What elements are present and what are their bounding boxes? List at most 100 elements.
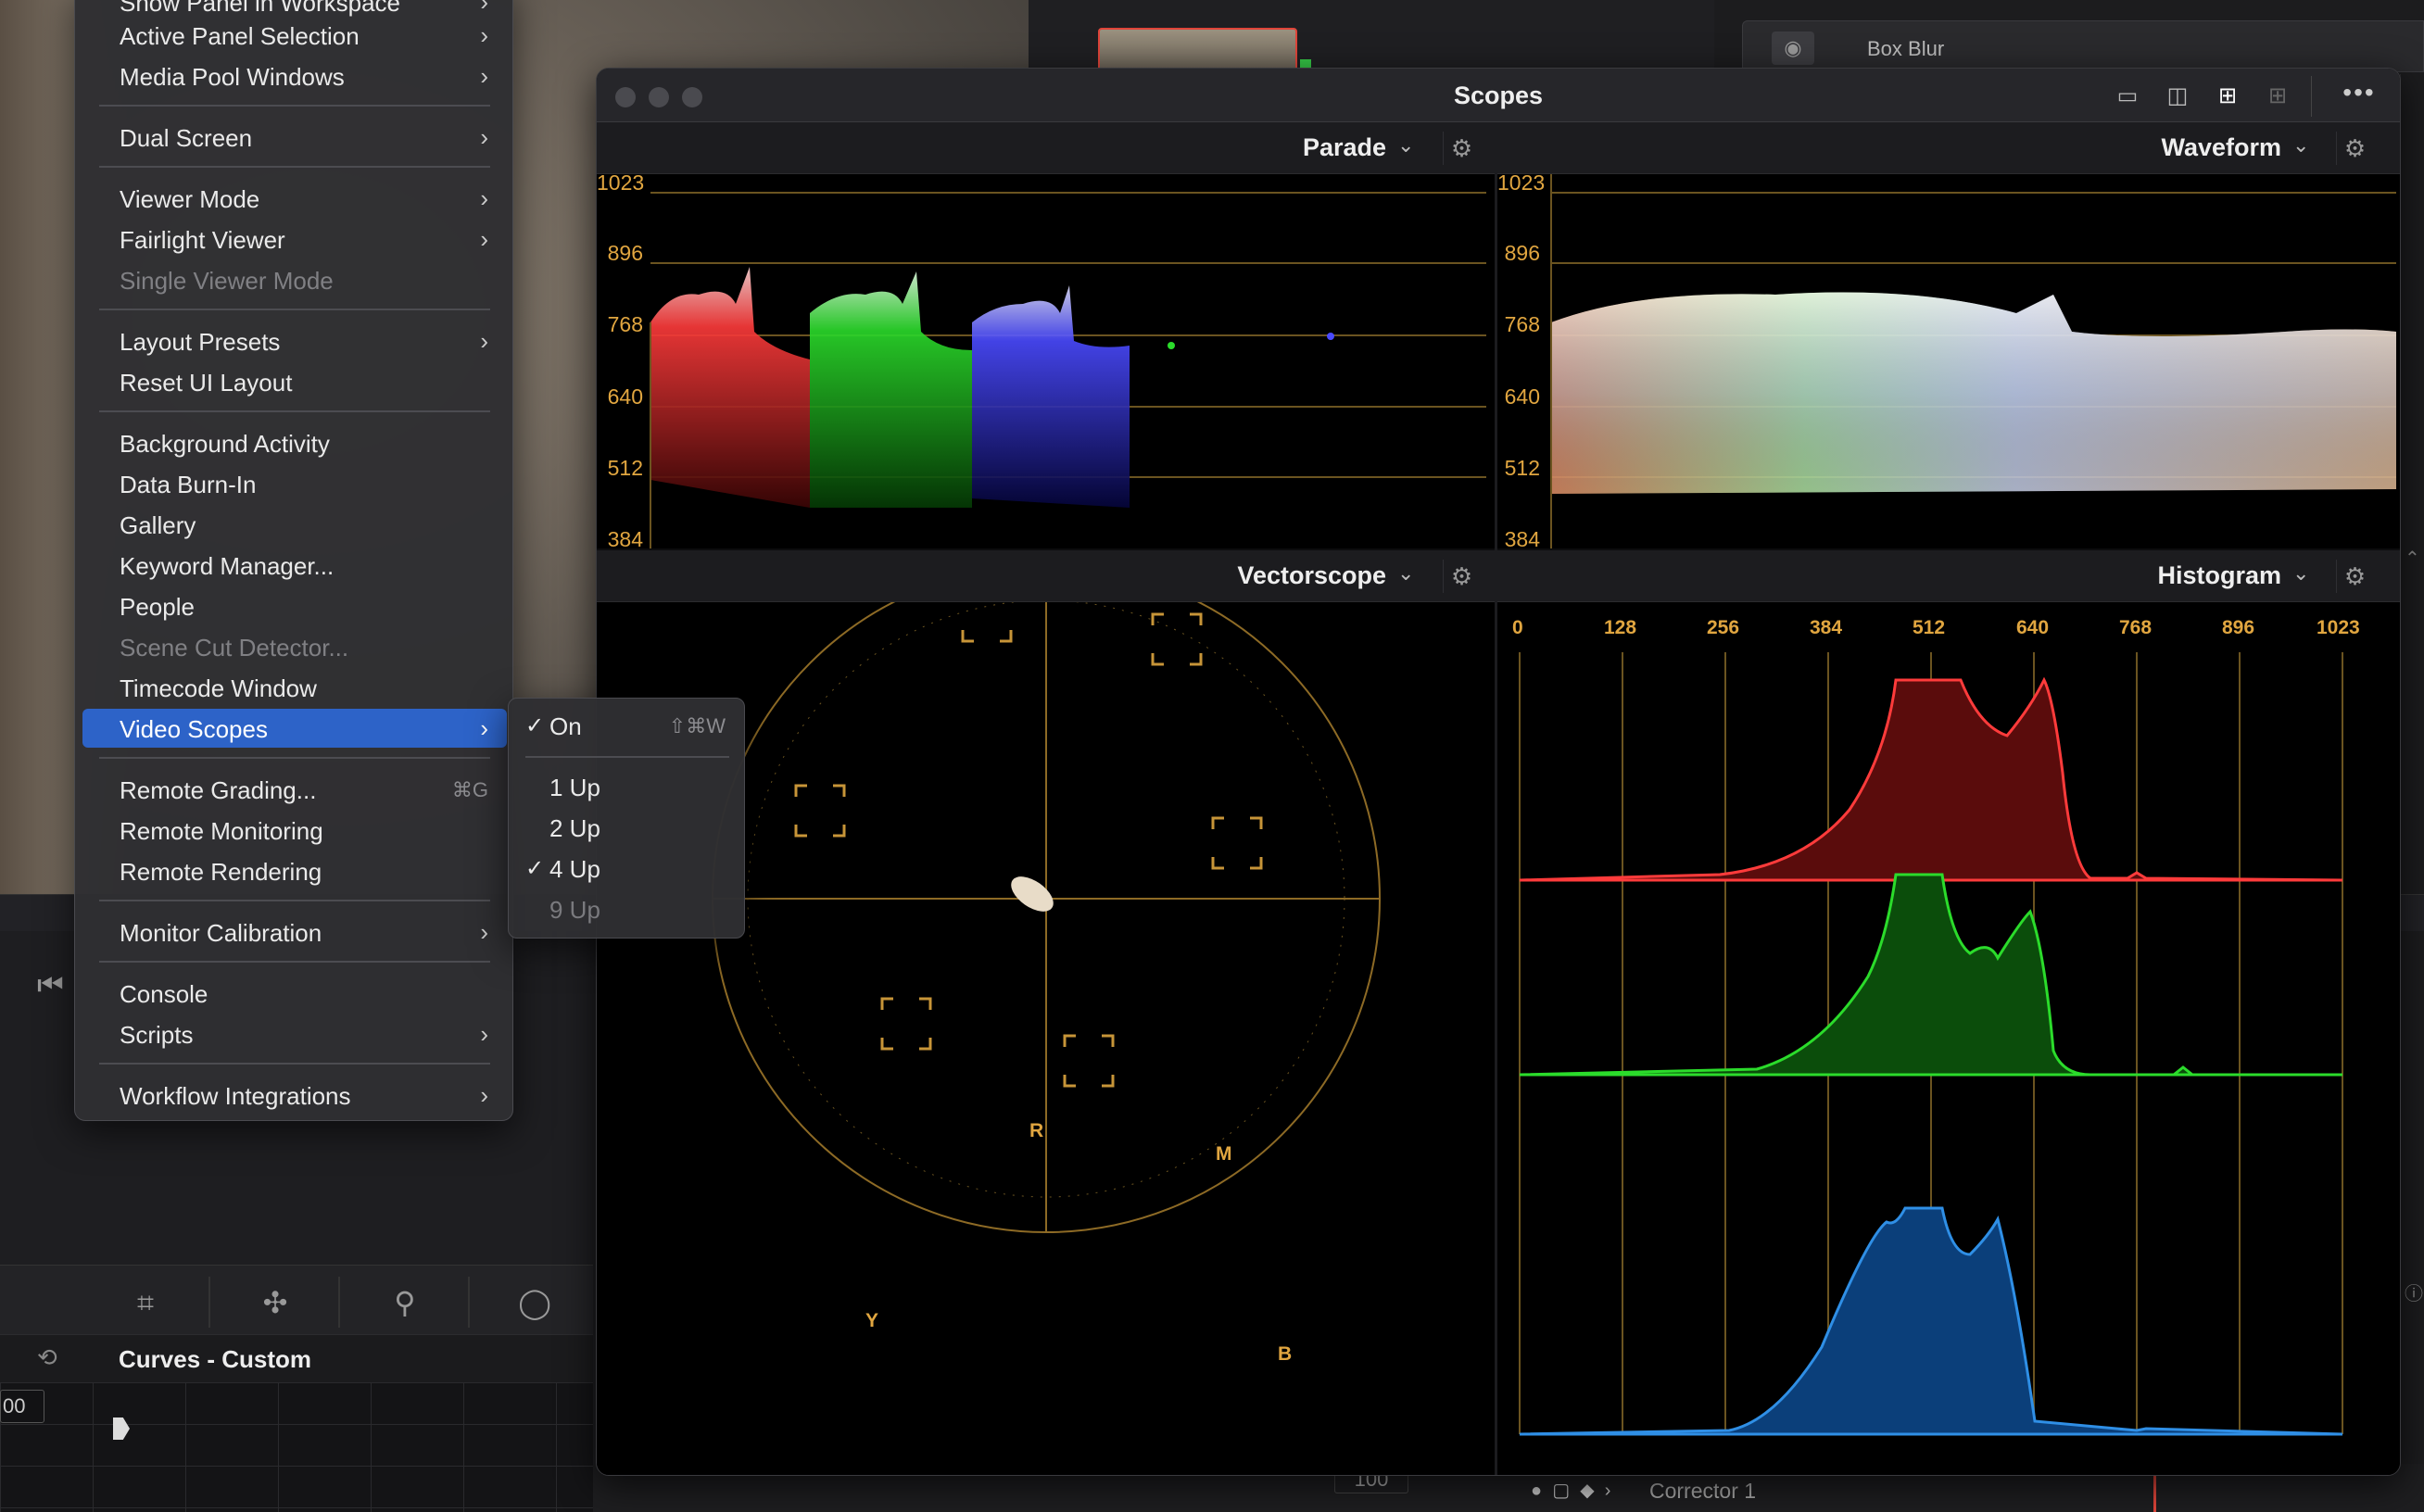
chevron-right-icon: › xyxy=(480,714,488,742)
curves-value-field[interactable]: 00 xyxy=(0,1390,44,1423)
menu-separator xyxy=(99,105,490,107)
reset-icon[interactable]: ⟲ xyxy=(37,1343,65,1371)
scope-settings-icon[interactable]: ⚙ xyxy=(2336,560,2373,593)
hist-x-tick: 256 xyxy=(1707,617,1740,638)
scope-settings-icon[interactable]: ⚙ xyxy=(2336,132,2373,165)
menu-item-video-scopes[interactable]: Video Scopes › xyxy=(82,709,507,748)
menu-item-people[interactable]: People xyxy=(82,586,507,625)
waveform-y-tick: 896 xyxy=(1504,241,1540,265)
parade-y-tick: 768 xyxy=(607,312,643,336)
scopes-titlebar[interactable]: Scopes ▭ ◫ ⊞ ⊞ ••• xyxy=(597,69,2400,122)
menu-item-workflow-integrations[interactable]: Workflow Integrations › xyxy=(82,1076,507,1115)
waveform-title[interactable]: Waveform xyxy=(2053,133,2281,162)
menu-item-shortcut: ⌘G xyxy=(451,778,488,801)
window-tool-icon[interactable]: ◯ xyxy=(513,1284,556,1321)
scope-settings-icon[interactable]: ⚙ xyxy=(1443,132,1480,165)
scope-settings-icon[interactable]: ⚙ xyxy=(1443,560,1480,593)
menu-item-label: Gallery xyxy=(120,511,196,539)
menu-item-data-burn-in[interactable]: Data Burn-In xyxy=(82,464,507,503)
waveform-y-tick: 512 xyxy=(1504,456,1540,480)
submenu-item-label: On xyxy=(549,712,582,740)
menu-separator xyxy=(525,756,729,758)
menu-item-viewer-mode[interactable]: Viewer Mode › xyxy=(82,179,507,218)
chevron-down-icon[interactable]: ⌄ xyxy=(1397,133,1414,158)
menu-item-reset-ui-layout[interactable]: Reset UI Layout xyxy=(82,362,507,401)
warper-tool-icon[interactable]: ✣ xyxy=(254,1284,297,1321)
layout-4up-icon[interactable]: ⊞ xyxy=(2207,82,2248,111)
drop-icon: ◉ xyxy=(1772,32,1814,65)
menu-item-scripts[interactable]: Scripts › xyxy=(82,1014,507,1053)
histogram-graph xyxy=(1519,652,2343,1436)
submenu-item-shortcut: ⇧⌘W xyxy=(668,714,726,737)
view-menu: Show Panel in Workspace › Active Panel Se… xyxy=(74,0,513,1121)
hist-x-tick: 1023 xyxy=(2317,617,2360,638)
info-icon[interactable]: ⓘ xyxy=(2405,1279,2423,1305)
layout-9up-icon[interactable]: ⊞ xyxy=(2257,82,2298,111)
hist-x-tick: 512 xyxy=(1913,617,1946,638)
chevron-right-icon: › xyxy=(480,1020,488,1048)
chevron-down-icon[interactable]: ⌄ xyxy=(2292,561,2309,586)
submenu-item-label: 9 Up xyxy=(549,896,600,924)
chevron-up-icon[interactable]: ⌃ xyxy=(2405,547,2420,570)
menu-item-fairlight-viewer[interactable]: Fairlight Viewer › xyxy=(82,220,507,258)
waveform-y-tick: 1023 xyxy=(1497,170,1546,195)
parade-title[interactable]: Parade xyxy=(1153,133,1386,162)
chevron-down-icon[interactable]: ⌄ xyxy=(1397,561,1414,586)
menu-item-background-activity[interactable]: Background Activity xyxy=(82,423,507,462)
menu-item-dual-screen[interactable]: Dual Screen › xyxy=(82,118,507,157)
histogram-title[interactable]: Histogram xyxy=(2053,561,2281,590)
parade-y-tick: 512 xyxy=(607,456,643,480)
menu-item-label: Workflow Integrations xyxy=(120,1082,351,1110)
menu-item-monitor-calibration[interactable]: Monitor Calibration › xyxy=(82,913,507,951)
clip-thumbnail[interactable] xyxy=(1098,28,1297,72)
hist-x-tick: 896 xyxy=(2222,617,2255,638)
menu-item-gallery[interactable]: Gallery xyxy=(82,505,507,544)
chevron-right-icon: › xyxy=(480,21,488,49)
scopes-window: Scopes ▭ ◫ ⊞ ⊞ ••• Parade ⌄ ⚙ 1023 896 7… xyxy=(596,68,2401,1476)
menu-item-remote-monitoring[interactable]: Remote Monitoring xyxy=(82,811,507,850)
submenu-item-2up[interactable]: 2 Up xyxy=(516,808,737,847)
menu-item-timecode-window[interactable]: Timecode Window xyxy=(82,668,507,707)
chevron-right-icon: › xyxy=(480,184,488,212)
menu-item-media-pool-windows[interactable]: Media Pool Windows › xyxy=(82,57,507,95)
parade-y-tick: 384 xyxy=(607,527,643,551)
curves-tool-icon[interactable]: ⌗ xyxy=(124,1284,167,1321)
vectorscope-title[interactable]: Vectorscope xyxy=(1116,561,1386,590)
more-options-icon[interactable]: ••• xyxy=(2339,78,2380,107)
palette-toolbar: ⌗ ✣ ⚲ ◯ xyxy=(0,1265,593,1334)
chevron-right-icon: › xyxy=(480,327,488,355)
chevron-right-icon: › xyxy=(480,225,488,253)
blue-outlier xyxy=(1327,333,1334,340)
waveform-y-tick: 384 xyxy=(1504,527,1540,551)
divider xyxy=(468,1277,470,1328)
effect-row[interactable] xyxy=(1742,20,2424,72)
chevron-right-icon: › xyxy=(480,0,488,16)
layout-1up-icon[interactable]: ▭ xyxy=(2107,82,2148,111)
blue-trace xyxy=(972,285,1130,508)
menu-item-remote-rendering[interactable]: Remote Rendering xyxy=(82,851,507,890)
menu-item-active-panel-selection[interactable]: Active Panel Selection › xyxy=(82,16,507,55)
skip-back-icon[interactable]: ⏮ xyxy=(37,968,64,1003)
pane-divider xyxy=(1495,122,1497,1475)
hist-x-tick: 640 xyxy=(2016,617,2050,638)
parade-header: Parade ⌄ ⚙ xyxy=(597,122,1495,174)
chevron-right-icon: › xyxy=(480,1081,488,1109)
submenu-item-label: 1 Up xyxy=(549,774,600,801)
menu-item-keyword-manager[interactable]: Keyword Manager... xyxy=(82,546,507,585)
qualifier-eyedropper-icon[interactable]: ⚲ xyxy=(384,1284,426,1321)
menu-item-layout-presets[interactable]: Layout Presets › xyxy=(82,321,507,360)
submenu-item-on[interactable]: ✓ On ⇧⌘W xyxy=(516,706,737,745)
curves-graph[interactable] xyxy=(0,1382,593,1512)
menu-item-label: Keyword Manager... xyxy=(120,552,335,580)
submenu-item-1up[interactable]: 1 Up xyxy=(516,767,737,806)
chevron-down-icon[interactable]: ⌄ xyxy=(2292,133,2309,158)
menu-item-remote-grading[interactable]: Remote Grading... ⌘G xyxy=(82,770,507,809)
effect-label: Box Blur xyxy=(1867,37,1945,60)
menu-item-single-viewer-mode: Single Viewer Mode xyxy=(82,260,507,299)
video-scopes-submenu: ✓ On ⇧⌘W 1 Up 2 Up ✓ 4 Up 9 Up xyxy=(508,698,745,939)
submenu-item-4up[interactable]: ✓ 4 Up xyxy=(516,849,737,888)
layout-2up-icon[interactable]: ◫ xyxy=(2157,82,2198,111)
playhead[interactable] xyxy=(2153,1473,2156,1512)
menu-separator xyxy=(99,757,490,759)
menu-item-console[interactable]: Console xyxy=(82,974,507,1013)
